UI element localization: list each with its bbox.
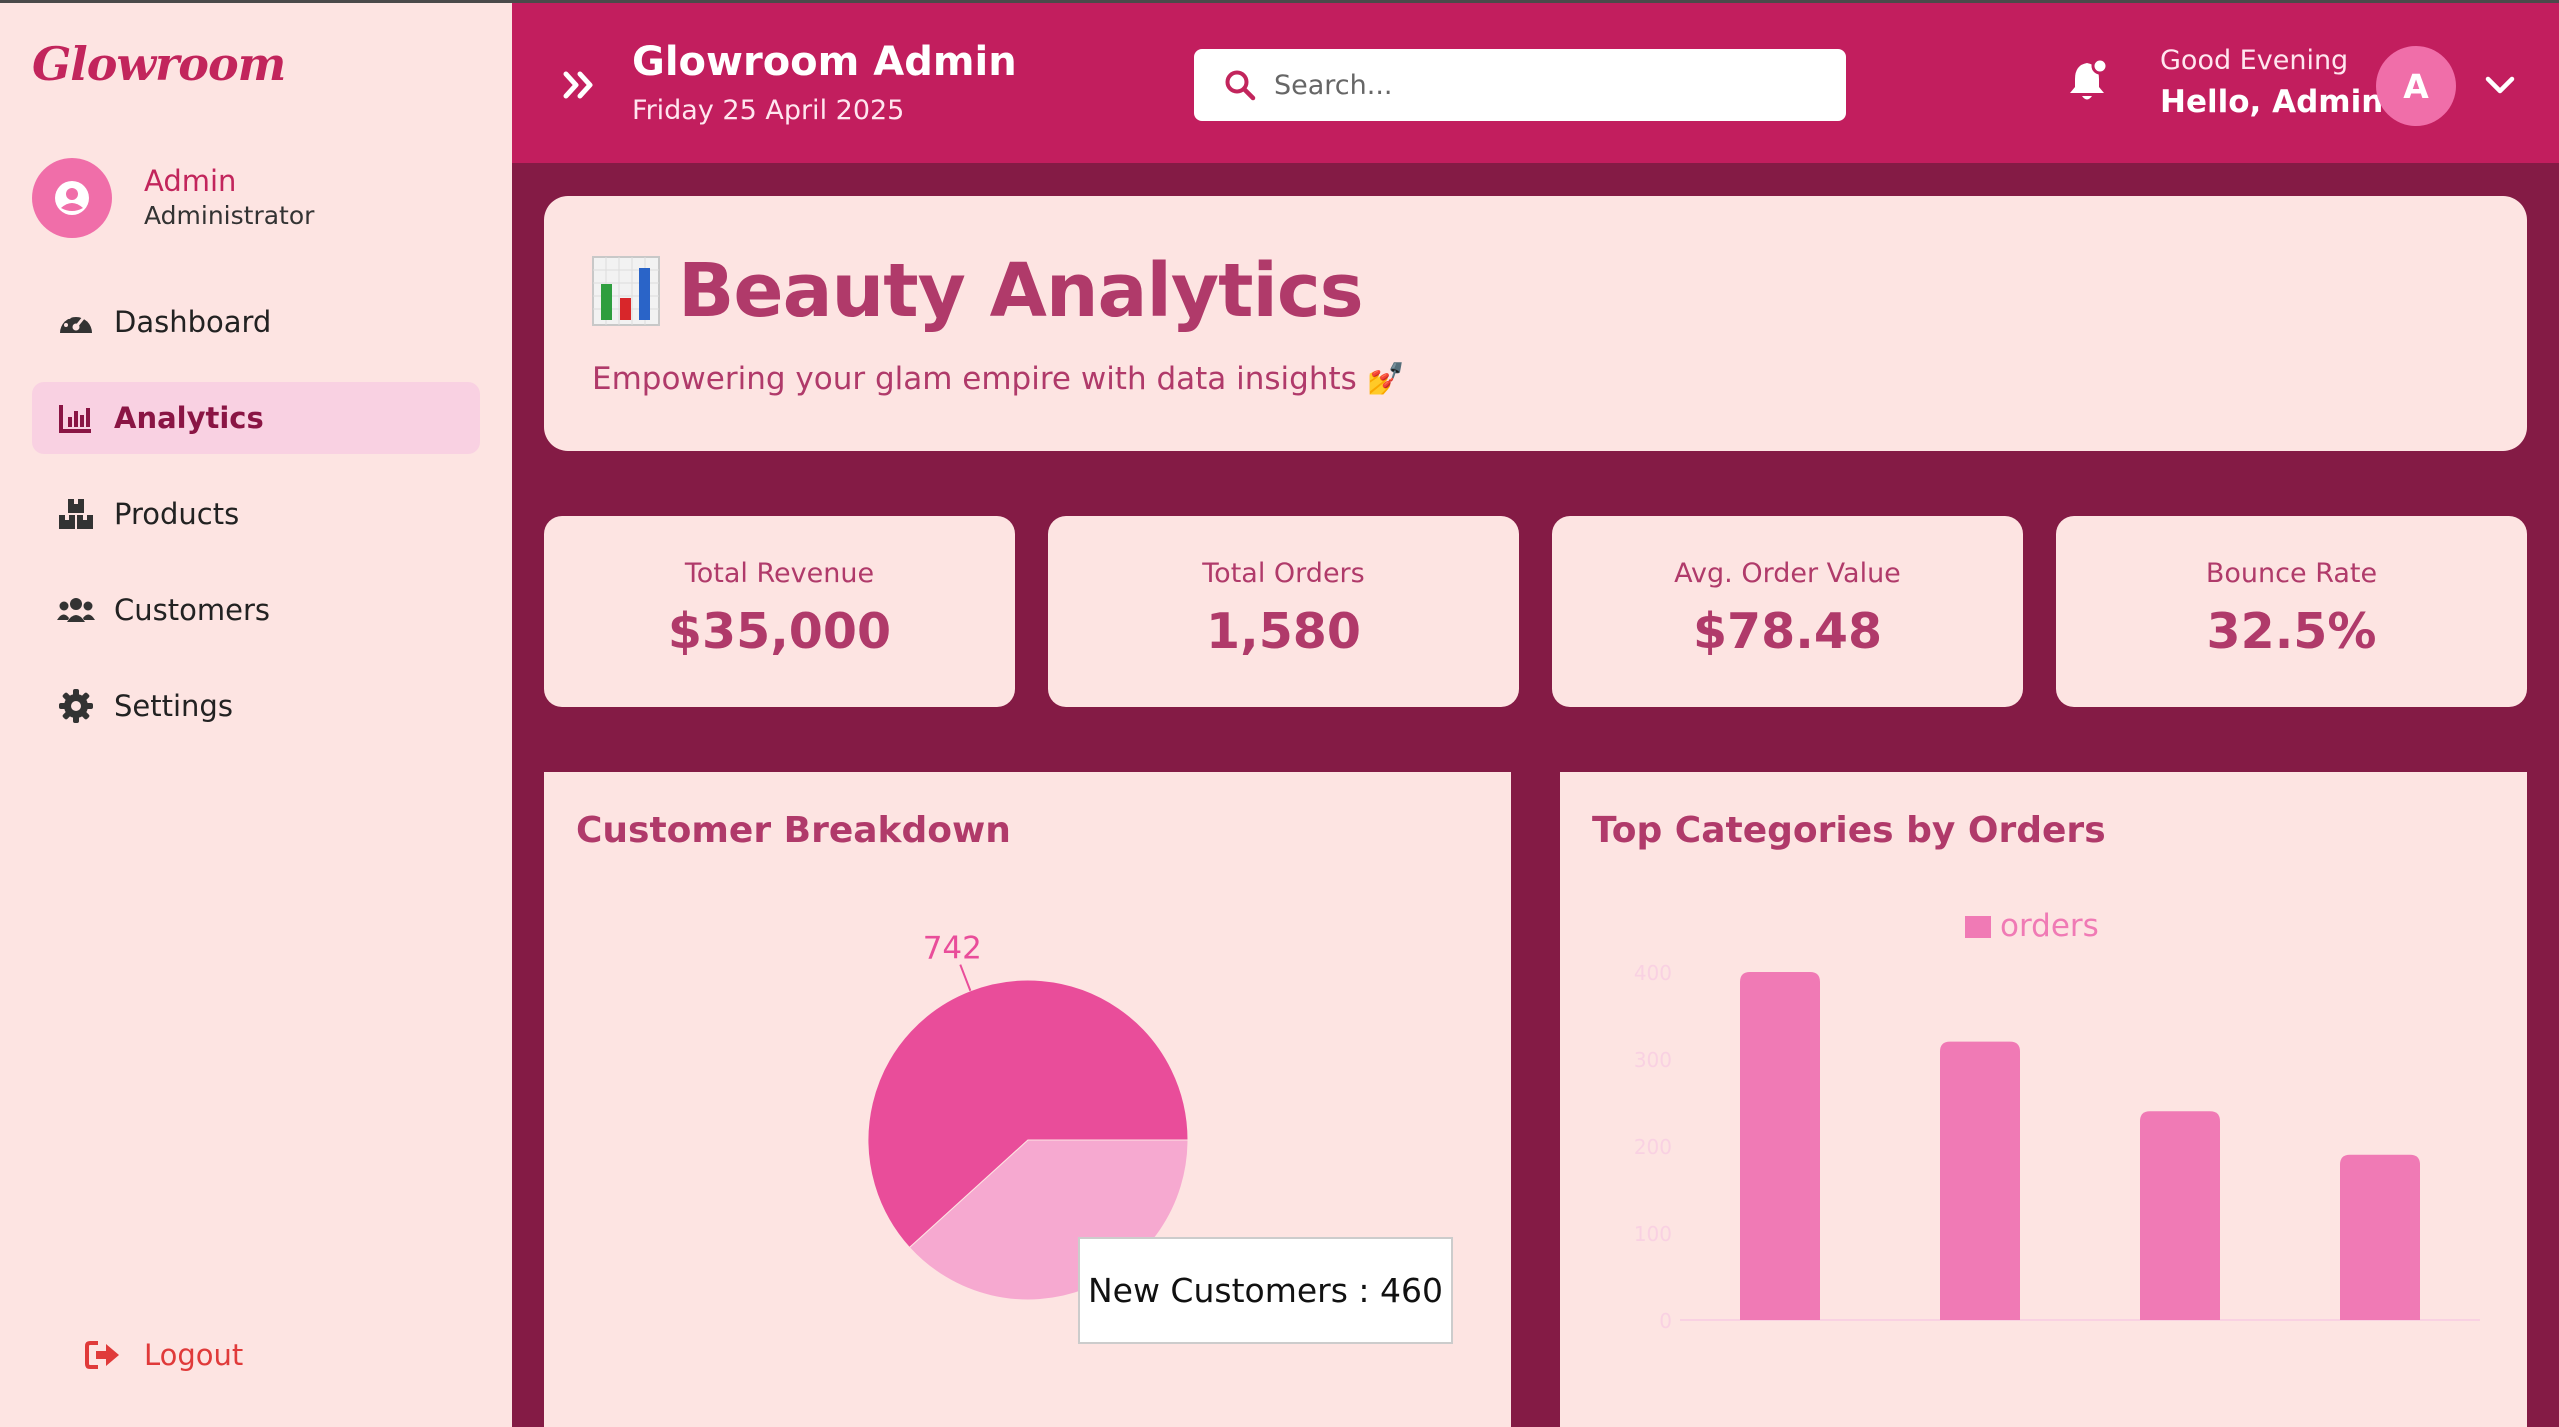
sidebar-item-label: Products xyxy=(114,497,240,531)
pie-data-label: 742 xyxy=(923,931,982,967)
y-tick-label: 300 xyxy=(1634,1048,1672,1072)
sidebar-item-settings[interactable]: Settings xyxy=(32,670,480,742)
user-name: Admin xyxy=(144,164,237,198)
y-tick-label: 200 xyxy=(1634,1135,1672,1159)
double-chevron-right-icon xyxy=(563,71,593,99)
sidebar-item-label: Customers xyxy=(114,593,270,627)
header-avatar[interactable]: A xyxy=(2376,46,2456,126)
greeting: Good Evening Hello, Admin xyxy=(2160,43,2383,125)
greeting-time: Good Evening xyxy=(2160,45,2349,76)
logout-label: Logout xyxy=(144,1338,244,1372)
bar-chart-icon xyxy=(56,398,96,438)
search-icon xyxy=(1225,70,1256,101)
pie-label-line xyxy=(959,964,972,992)
sidebar-item-label: Dashboard xyxy=(114,305,272,339)
logout-icon xyxy=(85,1341,119,1369)
sidebar-item-label: Analytics xyxy=(114,401,264,435)
stat-value: $78.48 xyxy=(1692,603,1883,660)
notification-bell-icon[interactable] xyxy=(2067,57,2111,103)
search-box[interactable] xyxy=(1194,49,1846,121)
sidebar-item-label: Settings xyxy=(114,689,233,723)
y-tick-label: 400 xyxy=(1634,961,1672,985)
bar-1[interactable] xyxy=(1940,1041,2020,1320)
user-profile: Admin Administrator xyxy=(32,158,314,238)
sidebar-item-dashboard[interactable]: Dashboard xyxy=(32,286,480,358)
page-banner: Beauty Analytics Empowering your glam em… xyxy=(544,196,2527,451)
stat-card-avg-order-value: Avg. Order Value $78.48 xyxy=(1552,516,2023,707)
sidebar-nav: Dashboard Analytics Products Customers S… xyxy=(32,286,480,766)
page-subtitle: Empowering your glam empire with data in… xyxy=(592,361,1406,397)
legend-label: orders xyxy=(2000,908,2099,944)
app-title: Glowroom Admin xyxy=(632,39,1017,85)
stat-card-total-orders: Total Orders 1,580 xyxy=(1048,516,1519,707)
stat-label: Avg. Order Value xyxy=(1674,558,1901,589)
sidebar-item-products[interactable]: Products xyxy=(32,478,480,550)
user-avatar xyxy=(32,158,112,238)
stat-card-bounce-rate: Bounce Rate 32.5% xyxy=(2056,516,2527,707)
sidebar-item-analytics[interactable]: Analytics xyxy=(32,382,480,454)
stat-card-total-revenue: Total Revenue $35,000 xyxy=(544,516,1015,707)
stat-label: Total Revenue xyxy=(684,558,875,589)
stat-value: 1,580 xyxy=(1206,603,1361,660)
user-circle-icon xyxy=(55,181,89,215)
sidebar: Glowroom Admin Administrator Dashboard A… xyxy=(0,0,512,1427)
user-role: Administrator xyxy=(144,201,315,230)
greeting-hello: Hello, Admin xyxy=(2160,84,2384,120)
stat-value: 32.5% xyxy=(2206,603,2377,660)
top-header: Glowroom Admin Friday 25 April 2025 Good… xyxy=(512,0,2559,163)
chevron-down-icon[interactable] xyxy=(2484,71,2516,99)
top-categories-bar-chart[interactable]: 0 100 200 300 400 orders xyxy=(1560,772,2527,1427)
gauge-icon xyxy=(56,302,96,342)
page-title: Beauty Analytics xyxy=(678,248,1364,334)
stat-label: Bounce Rate xyxy=(2205,558,2378,589)
bar-2[interactable] xyxy=(2140,1111,2220,1320)
legend-swatch xyxy=(1965,916,1991,938)
stat-value: $35,000 xyxy=(667,603,892,660)
current-date: Friday 25 April 2025 xyxy=(632,95,905,126)
sidebar-item-customers[interactable]: Customers xyxy=(32,574,480,646)
chart-tooltip: New Customers : 460 xyxy=(1078,1237,1453,1344)
stat-label: Total Orders xyxy=(1202,558,1365,589)
logout-button[interactable]: Logout xyxy=(84,1338,243,1372)
boxes-icon xyxy=(56,494,96,534)
y-tick-label: 100 xyxy=(1634,1222,1672,1246)
bar-0[interactable] xyxy=(1740,972,1820,1320)
top-categories-panel: Top Categories by Orders 0 100 200 300 400 or… xyxy=(1560,772,2527,1427)
users-icon xyxy=(56,590,96,630)
search-input[interactable] xyxy=(1274,69,1834,101)
bar-3[interactable] xyxy=(2340,1154,2420,1320)
bar-chart-emoji-icon xyxy=(592,256,660,326)
brand-logo[interactable]: Glowroom xyxy=(32,37,286,91)
y-tick-label: 0 xyxy=(1659,1309,1672,1333)
gear-icon xyxy=(56,686,96,726)
expand-sidebar-button[interactable] xyxy=(560,65,600,105)
